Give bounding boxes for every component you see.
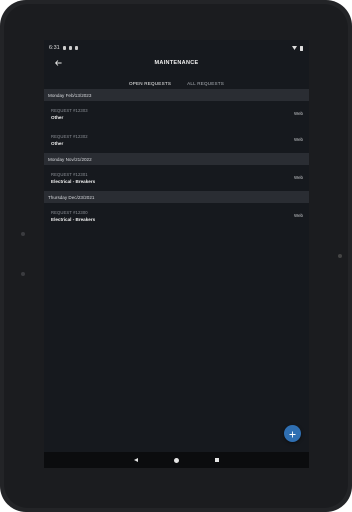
request-source: Web bbox=[294, 111, 303, 116]
plus-icon bbox=[289, 425, 296, 443]
request-source: Web bbox=[294, 213, 303, 218]
request-item[interactable]: REQUEST #12300 Electrical - Breakers Web bbox=[44, 203, 309, 229]
request-id: REQUEST #12300 bbox=[51, 210, 88, 215]
request-item[interactable]: REQUEST #12303 Other Web bbox=[44, 101, 309, 127]
date-header: Thursday Dec/23/2021 bbox=[44, 191, 309, 203]
request-category: Electrical - Breakers bbox=[51, 217, 96, 222]
bezel-sensor bbox=[21, 272, 25, 276]
request-category: Other bbox=[51, 115, 64, 120]
back-arrow-icon[interactable] bbox=[52, 57, 64, 69]
system-nav-bar bbox=[44, 452, 309, 468]
add-request-button[interactable] bbox=[284, 425, 301, 442]
status-time: 6:31 bbox=[49, 45, 60, 51]
request-category: Other bbox=[51, 141, 64, 146]
camera-icon bbox=[338, 254, 342, 258]
notification-icon bbox=[62, 46, 66, 50]
app-bar: MAINTENANCE bbox=[44, 56, 309, 70]
notification-icon bbox=[74, 46, 78, 50]
page-title: MAINTENANCE bbox=[154, 60, 199, 66]
date-header: Monday Feb/13/2023 bbox=[44, 89, 309, 101]
nav-home-icon[interactable] bbox=[173, 457, 179, 463]
request-id: REQUEST #12303 bbox=[51, 108, 88, 113]
request-id: REQUEST #12302 bbox=[51, 134, 88, 139]
wifi-icon bbox=[292, 46, 297, 50]
request-source: Web bbox=[294, 175, 303, 180]
request-item[interactable]: REQUEST #12301 Electrical - Breakers Web bbox=[44, 165, 309, 191]
status-bar: 6:31 bbox=[44, 40, 309, 56]
battery-icon bbox=[300, 45, 303, 51]
nav-recents-icon[interactable] bbox=[214, 457, 220, 463]
request-id: REQUEST #12301 bbox=[51, 172, 88, 177]
request-list: Monday Feb/13/2023 REQUEST #12303 Other … bbox=[44, 89, 309, 229]
nav-back-icon[interactable] bbox=[133, 458, 138, 462]
notification-icon bbox=[68, 46, 72, 50]
request-item[interactable]: REQUEST #12302 Other Web bbox=[44, 127, 309, 153]
date-header: Monday Nov/21/2022 bbox=[44, 153, 309, 165]
request-source: Web bbox=[294, 137, 303, 142]
app-screen: 6:31 MAINTENANCE OPEN REQUESTS ALL REQUE… bbox=[44, 40, 309, 468]
tablet-frame: 6:31 MAINTENANCE OPEN REQUESTS ALL REQUE… bbox=[0, 0, 352, 512]
request-category: Electrical - Breakers bbox=[51, 179, 96, 184]
bezel-sensor bbox=[21, 232, 25, 236]
